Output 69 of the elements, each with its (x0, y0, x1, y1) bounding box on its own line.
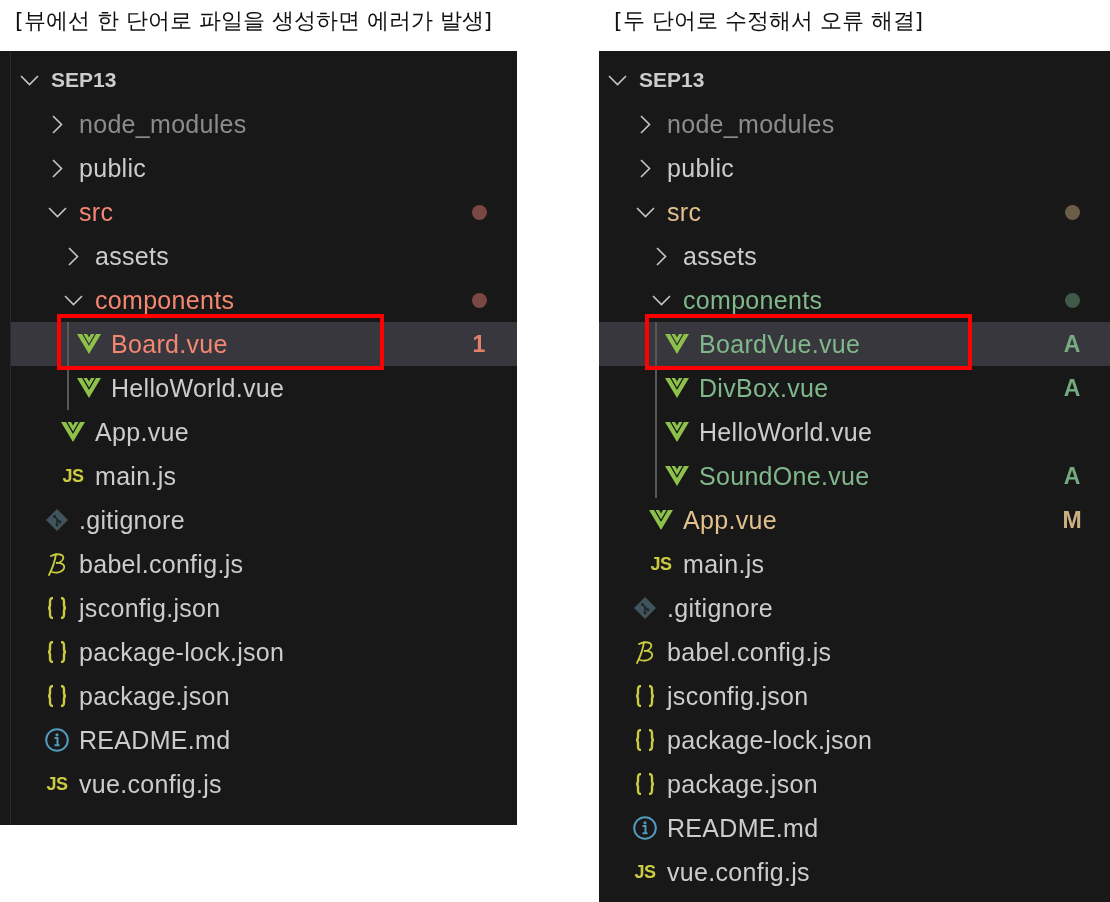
v-logo-icon (77, 334, 101, 354)
file-status-text: A (1062, 462, 1082, 490)
braces-icon (47, 641, 67, 663)
file-status-text: A (1062, 330, 1082, 358)
file-name[interactable]: .gitignore (79, 505, 185, 535)
file-name[interactable]: main.js (683, 549, 765, 579)
file-name[interactable]: Board.vue (111, 329, 228, 359)
js-icon: JS (634, 863, 656, 881)
file-name[interactable]: jsconfig.json (79, 593, 221, 623)
file-name[interactable]: jsconfig.json (667, 681, 809, 711)
braces-icon (635, 729, 655, 751)
file-name[interactable]: README.md (79, 725, 231, 755)
file-name[interactable]: .gitignore (667, 593, 773, 623)
v-logo-icon (665, 334, 689, 354)
file-status-text: 1 (471, 330, 487, 358)
v-logo-icon (665, 466, 689, 486)
v-logo-icon (665, 422, 689, 442)
file-name[interactable]: package.json (667, 769, 818, 799)
selected-row[interactable]: Board.vue 1 (11, 322, 517, 366)
file-name[interactable]: babel.config.js (79, 549, 244, 579)
file-name[interactable]: package-lock.json (79, 637, 285, 667)
v-logo-icon (61, 422, 85, 442)
folder-name[interactable]: public (79, 153, 147, 183)
folder-name[interactable]: components (683, 285, 823, 315)
folder-name[interactable]: SEP13 (639, 65, 705, 95)
folder-name[interactable]: src (79, 197, 114, 227)
selected-row[interactable]: BoardVue.vue A (599, 322, 1110, 366)
folder-name[interactable]: assets (95, 241, 170, 271)
file-name[interactable]: BoardVue.vue (699, 329, 861, 359)
diamond-branch-icon (634, 597, 656, 619)
folder-name[interactable]: public (667, 153, 735, 183)
v-logo-icon (665, 378, 689, 398)
braces-icon (635, 773, 655, 795)
folder-name[interactable]: node_modules (79, 109, 247, 139)
info-icon (633, 816, 657, 840)
file-name[interactable]: HelloWorld.vue (111, 373, 285, 403)
file-name[interactable]: package.json (79, 681, 230, 711)
folder-name[interactable]: SEP13 (51, 65, 117, 95)
b-logo-icon (635, 640, 655, 664)
file-name[interactable]: vue.config.js (79, 769, 222, 799)
file-status-text: M (1061, 506, 1083, 534)
folder-name[interactable]: components (95, 285, 235, 315)
file-status-text: A (1062, 374, 1082, 402)
folder-name[interactable]: node_modules (667, 109, 835, 139)
b-logo-icon (47, 552, 67, 576)
file-name[interactable]: README.md (667, 813, 819, 843)
js-icon: JS (62, 467, 84, 485)
file-name[interactable]: babel.config.js (667, 637, 832, 667)
folder-name[interactable]: assets (683, 241, 758, 271)
file-name[interactable]: App.vue (95, 417, 189, 447)
file-name[interactable]: App.vue (683, 505, 777, 535)
caption-text: [두 단어로 수정해서 오류 해결] (614, 8, 924, 33)
caption-text: [뷰에선 한 단어로 파일을 생성하면 에러가 발생] (15, 8, 493, 33)
braces-icon (47, 597, 67, 619)
file-name[interactable]: DivBox.vue (699, 373, 829, 403)
file-name[interactable]: vue.config.js (667, 857, 810, 887)
braces-icon (47, 685, 67, 707)
file-name[interactable]: HelloWorld.vue (699, 417, 873, 447)
file-name[interactable]: SoundOne.vue (699, 461, 870, 491)
folder-name[interactable]: src (667, 197, 702, 227)
js-icon: JS (650, 555, 672, 573)
file-name[interactable]: main.js (95, 461, 177, 491)
info-icon (45, 728, 69, 752)
braces-icon (635, 685, 655, 707)
v-logo-icon (649, 510, 673, 530)
v-logo-icon (77, 378, 101, 398)
file-name[interactable]: package-lock.json (667, 725, 873, 755)
js-icon: JS (46, 775, 68, 793)
diamond-branch-icon (46, 509, 68, 531)
